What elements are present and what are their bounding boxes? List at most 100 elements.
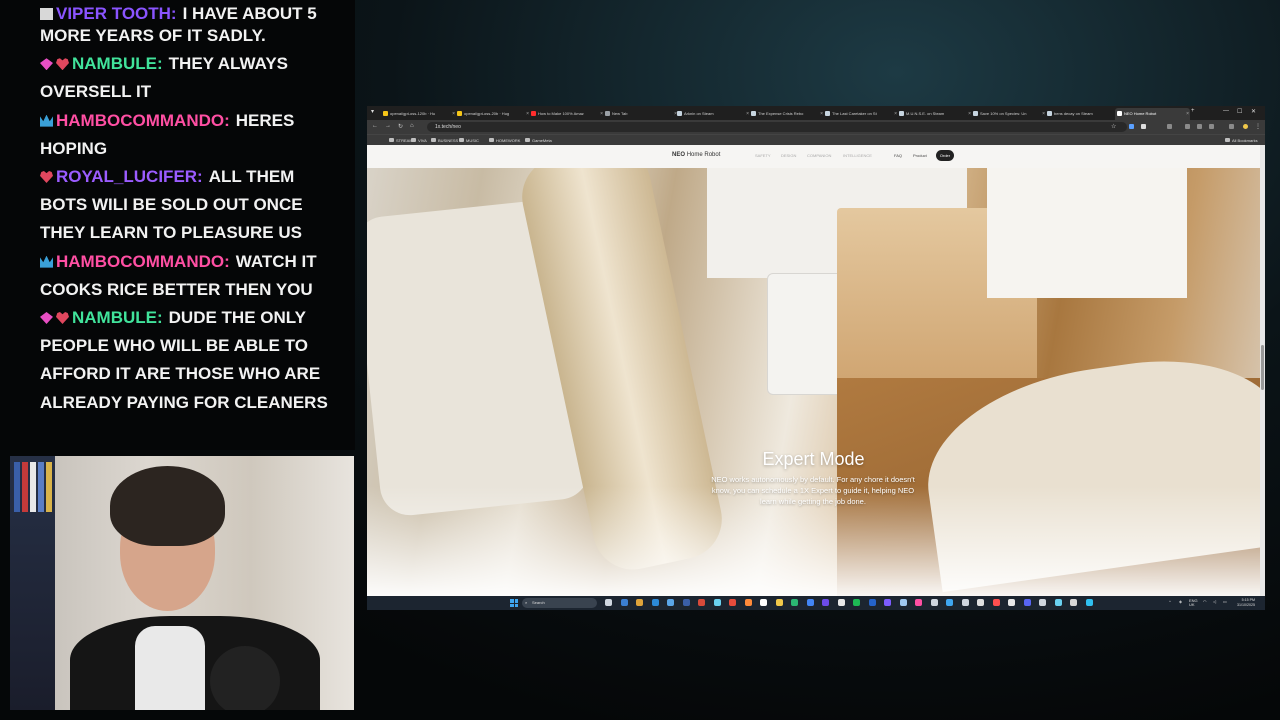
taskbar-search[interactable]: ⌕ Search: [522, 598, 597, 608]
taskbar-app-icon[interactable]: [961, 599, 969, 606]
taskbar-app-icon[interactable]: [868, 599, 876, 606]
taskbar-app-icon[interactable]: [1085, 599, 1093, 606]
wifi-icon[interactable]: ◠: [1203, 599, 1207, 604]
tray-chevron-icon[interactable]: ^: [1169, 599, 1171, 604]
taskbar-app-icon[interactable]: [822, 599, 829, 606]
browser-tab[interactable]: NEO Home Robot ×: [1115, 108, 1190, 120]
back-icon[interactable]: ←: [372, 123, 378, 129]
scrollbar-thumb[interactable]: [1261, 345, 1264, 390]
tab-close-icon[interactable]: ×: [1186, 108, 1189, 120]
volume-icon[interactable]: ◁: [1213, 599, 1216, 604]
new-tab-button[interactable]: +: [1191, 108, 1195, 114]
extension-icon[interactable]: [1167, 124, 1172, 129]
chat-message-list: VIPER TOOTH: I HAVE ABOUT 5 MORE YEARS OF …: [40, 4, 345, 417]
bookmark-folder[interactable]: BUSINESS: [431, 136, 458, 145]
reload-icon[interactable]: ↻: [398, 123, 403, 130]
extension-icon[interactable]: [1129, 124, 1134, 129]
nav-companion[interactable]: COMPANION: [807, 153, 831, 158]
browser-tab[interactable]: openai/gpt-oss-20b · Hug ×: [455, 108, 530, 120]
nav-safety[interactable]: SAFETY: [755, 153, 771, 158]
battery-icon[interactable]: ▭: [1223, 599, 1227, 604]
taskbar-app-icon[interactable]: [806, 599, 814, 606]
taskbar-app-icon[interactable]: [729, 599, 736, 606]
chat-username[interactable]: VIPER TOOTH:: [56, 4, 177, 22]
taskbar-app-icon[interactable]: [791, 599, 798, 606]
taskbar-app-icon[interactable]: [915, 599, 922, 606]
chat-username[interactable]: HAMBOCOMMANDO:: [56, 111, 230, 130]
language-indicator[interactable]: ENG UK: [1189, 599, 1198, 607]
taskbar-app-icon[interactable]: [992, 599, 1000, 606]
taskbar-app-icon[interactable]: [1023, 599, 1031, 606]
streamer-shirt: [135, 626, 205, 710]
bookmark-folder[interactable]: VIVA: [411, 136, 427, 145]
extension-icon[interactable]: [1141, 124, 1146, 129]
start-button[interactable]: [510, 599, 518, 607]
address-bar[interactable]: 1x.tech/neo: [427, 122, 1127, 132]
site-logo[interactable]: NEO Home Robot: [672, 152, 720, 158]
browser-tab[interactable]: How to Make 100% Amaz ×: [529, 108, 604, 120]
extension-icon[interactable]: [1197, 124, 1202, 129]
chat-username[interactable]: HAMBOCOMMANDO:: [56, 252, 230, 271]
taskbar-app-icon[interactable]: [1070, 599, 1077, 606]
taskbar-app-icon[interactable]: [605, 599, 612, 606]
browser-tab[interactable]: New Tab ×: [603, 108, 678, 120]
page-scrollbar[interactable]: [1260, 145, 1265, 596]
browser-tab[interactable]: openai/gpt-oss-120b · Hu ×: [381, 108, 456, 120]
bookmark-folder[interactable]: GameMeta: [525, 136, 552, 145]
taskbar-app-icon[interactable]: [884, 599, 891, 606]
taskbar-app-icon[interactable]: [853, 599, 860, 606]
extension-icon[interactable]: [1209, 124, 1214, 129]
menu-icon[interactable]: ⋮: [1255, 123, 1261, 130]
browser-tab[interactable]: Save 10% on Species: Un ×: [971, 108, 1046, 120]
all-bookmarks-folder[interactable]: All Bookmarks: [1225, 136, 1258, 145]
taskbar-app-icon[interactable]: [837, 599, 845, 606]
taskbar-app-icon[interactable]: [775, 599, 783, 606]
taskbar-app-icon[interactable]: [682, 599, 690, 606]
taskbar-app-icon[interactable]: [946, 599, 953, 606]
forward-icon[interactable]: →: [385, 123, 391, 129]
maximize-button[interactable]: ☐: [1237, 108, 1242, 115]
taskbar-app-icon[interactable]: [667, 599, 674, 606]
taskbar-app-icon[interactable]: [930, 599, 938, 606]
browser-tab[interactable]: Arknin on Steam ×: [675, 108, 750, 120]
extension-icon[interactable]: [1185, 124, 1190, 129]
profile-avatar[interactable]: [1243, 124, 1248, 129]
chat-username[interactable]: NAMBULE:: [72, 54, 163, 73]
close-window-button[interactable]: ✕: [1251, 108, 1256, 115]
taskbar-app-icon[interactable]: [1039, 599, 1046, 606]
minimize-button[interactable]: —: [1223, 108, 1229, 114]
browser-tab[interactable]: The Expense Crisis Rebo ×: [749, 108, 824, 120]
extension-icon[interactable]: [1229, 124, 1234, 129]
home-icon[interactable]: ⌂: [410, 123, 414, 129]
nav-product[interactable]: Product: [913, 153, 927, 158]
bookmark-folder[interactable]: HOMEWORK: [489, 136, 520, 145]
chat-username[interactable]: NAMBULE:: [72, 308, 163, 327]
nav-intelligence[interactable]: INTELLIGENCE: [843, 153, 872, 158]
bookmark-folder[interactable]: STREAM: [389, 136, 413, 145]
taskbar-app-icon[interactable]: [636, 599, 643, 606]
taskbar-app-icon[interactable]: [620, 599, 628, 606]
taskbar-app-icon[interactable]: [899, 599, 907, 606]
taskbar-clock[interactable]: 5:15 PM 31/10/2025: [1237, 598, 1255, 608]
network-icon[interactable]: ◈: [1179, 599, 1182, 604]
browser-tab[interactable]: M.U.N.S.E. on Steam ×: [897, 108, 972, 120]
bookmark-star-icon[interactable]: ☆: [1111, 123, 1116, 130]
taskbar-app-icon[interactable]: [744, 599, 752, 606]
browser-tab[interactable]: bens decay on Steam×: [1045, 108, 1120, 120]
nav-faq[interactable]: FAQ: [894, 153, 902, 158]
browser-tab[interactable]: The Last Caretaker on St ×: [823, 108, 898, 120]
tab-search-icon[interactable]: ▾: [371, 108, 374, 115]
nav-design[interactable]: DESIGN: [781, 153, 796, 158]
taskbar-app-icon[interactable]: [1054, 599, 1062, 606]
taskbar-app-icon[interactable]: [651, 599, 659, 606]
tab-label: New Tab: [612, 111, 628, 116]
hero-video: Expert Mode NEO works autonomously by de…: [367, 168, 1260, 596]
chat-username[interactable]: ROYAL_LUCIFER:: [56, 167, 203, 186]
order-button[interactable]: Order: [936, 150, 954, 161]
taskbar-app-icon[interactable]: [698, 599, 705, 606]
taskbar-app-icon[interactable]: [1008, 599, 1015, 606]
taskbar-app-icon[interactable]: [713, 599, 721, 606]
bookmark-folder[interactable]: MUSIC: [459, 136, 479, 145]
taskbar-app-icon[interactable]: [760, 599, 767, 606]
taskbar-app-icon[interactable]: [977, 599, 984, 606]
